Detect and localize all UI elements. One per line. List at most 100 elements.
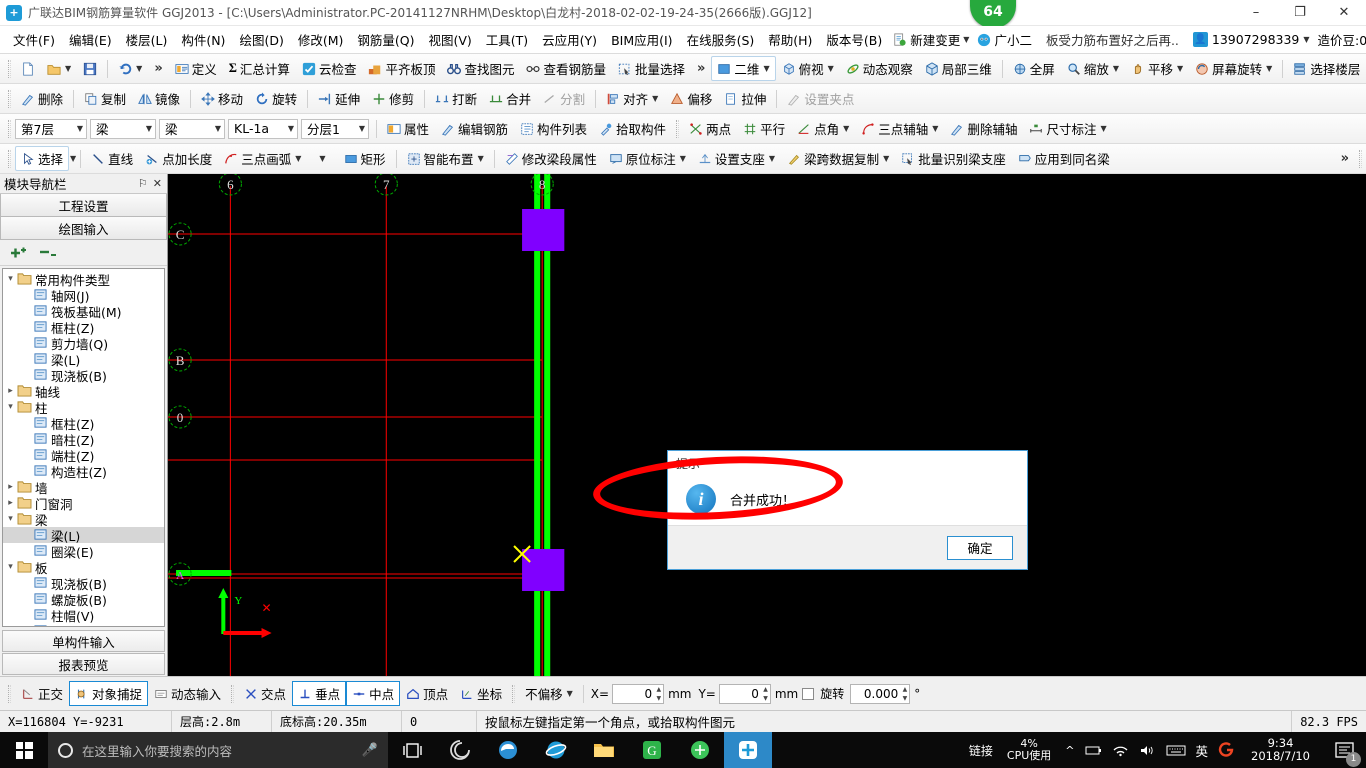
chevron-down-icon[interactable]: ▼: [135, 64, 142, 73]
chevron-down-icon[interactable]: ▼: [288, 124, 294, 133]
collapse-all-icon[interactable]: [38, 246, 58, 260]
taskbar-app-explorer[interactable]: [580, 732, 628, 768]
point-length-button[interactable]: 点加长度: [139, 146, 218, 171]
tree-folder[interactable]: ▾ 梁: [3, 511, 164, 528]
apply-same-name-beam-button[interactable]: 应用到同名梁: [1012, 146, 1116, 171]
chevron-down-icon[interactable]: ▾: [5, 562, 16, 572]
toolbar-grip[interactable]: [8, 149, 11, 168]
find-element-button[interactable]: 查找图元: [441, 56, 520, 81]
chevron-down-icon[interactable]: ▾: [5, 274, 16, 284]
tree-folder[interactable]: ▸ 门窗洞: [3, 495, 164, 512]
close-icon[interactable]: ✕: [153, 177, 162, 190]
restore-button[interactable]: ❐: [1278, 0, 1322, 26]
copy-button[interactable]: 复制: [78, 86, 132, 111]
toolbar-grip[interactable]: [8, 59, 11, 78]
toolbar-overflow-button-2[interactable]: »: [691, 61, 711, 76]
tree-item[interactable]: 构造柱(Z): [3, 463, 164, 480]
delete-button[interactable]: 删除: [15, 86, 69, 111]
pick-component-button[interactable]: 拾取构件: [593, 116, 672, 141]
chevron-down-icon[interactable]: ▼: [77, 124, 83, 133]
task-view-button[interactable]: [388, 732, 436, 768]
edit-beam-segment-button[interactable]: 修改梁段属性: [499, 146, 603, 171]
menu-modify[interactable]: 修改(M): [291, 27, 351, 52]
cloud-check-button[interactable]: 云检查: [296, 56, 363, 81]
toolbar-grip[interactable]: [1359, 149, 1362, 168]
toolbar-grip[interactable]: [8, 119, 11, 138]
offset-y-input[interactable]: 0: [718, 683, 771, 704]
smart-layout-button[interactable]: 智能布置 ▼: [401, 146, 490, 171]
copy-beam-span-data-button[interactable]: 梁跨数据复制 ▼: [781, 146, 895, 171]
chevron-right-icon[interactable]: ▸: [5, 498, 16, 508]
split-button[interactable]: 分割: [537, 86, 591, 111]
chevron-down-icon[interactable]: ▼: [1303, 35, 1309, 44]
chevron-down-icon[interactable]: ▾: [5, 514, 16, 524]
chevron-down-icon[interactable]: ▼: [215, 124, 221, 133]
tree-item[interactable]: 现浇板(B): [3, 367, 164, 384]
chevron-right-icon[interactable]: ▸: [5, 386, 16, 396]
taskbar-app-ie[interactable]: [532, 732, 580, 768]
pan-button[interactable]: 平移 ▼: [1125, 56, 1189, 81]
single-component-input-button[interactable]: 单构件输入: [2, 630, 165, 652]
toolbar-grip[interactable]: [676, 119, 680, 138]
define-button[interactable]: 定义: [169, 56, 223, 81]
chevron-down-icon[interactable]: ▼: [1112, 64, 1119, 73]
menu-edit[interactable]: 编辑(E): [62, 27, 119, 52]
menu-rebar[interactable]: 钢筋量(Q): [350, 27, 421, 52]
point-angle-button[interactable]: 点角 ▼: [791, 116, 855, 141]
snap-ortho[interactable]: 正交: [15, 681, 69, 706]
batch-select-button[interactable]: 批量选择: [612, 56, 691, 81]
volume-icon[interactable]: [1139, 744, 1156, 757]
component-combo[interactable]: KL-1a ▼: [228, 118, 298, 139]
taskbar-app-ggj[interactable]: [724, 732, 772, 768]
menu-view[interactable]: 视图(V): [421, 27, 478, 52]
sogou-ime-icon[interactable]: [1218, 741, 1235, 759]
snap-vertex[interactable]: 顶点: [400, 681, 454, 706]
rotate-button[interactable]: 旋转: [249, 86, 303, 111]
rotate-checkbox[interactable]: [802, 687, 815, 700]
expand-all-icon[interactable]: [8, 246, 28, 260]
action-center-button[interactable]: 1: [1326, 732, 1362, 768]
chevron-down-icon[interactable]: ▼: [827, 64, 834, 73]
move-button[interactable]: 移动: [195, 86, 249, 111]
batch-identify-support-button[interactable]: 批量识别梁支座: [895, 146, 1012, 171]
notice-ticker[interactable]: 板受力筋布置好之后再..: [1036, 30, 1189, 49]
snap-object-snap[interactable]: 对象捕捉: [69, 681, 149, 706]
summary-calc-button[interactable]: Σ 汇总计算: [223, 56, 296, 81]
layer-combo[interactable]: 分层1 ▼: [301, 118, 369, 139]
category-combo[interactable]: 梁 ▼: [90, 118, 156, 139]
coins-widget[interactable]: 造价豆:0: [1314, 28, 1366, 51]
tab-project-settings[interactable]: 工程设置: [0, 194, 167, 217]
toolbar-grip[interactable]: [8, 89, 11, 108]
component-list-button[interactable]: 构件列表: [514, 116, 593, 141]
toolbar-overflow-button[interactable]: »: [148, 61, 168, 76]
menu-tools[interactable]: 工具(T): [479, 27, 535, 52]
chevron-down-icon[interactable]: ▼: [64, 64, 71, 73]
menu-component[interactable]: 构件(N): [174, 27, 232, 52]
trim-button[interactable]: 修剪: [366, 86, 420, 111]
offset-mode-combo[interactable]: 不偏移 ▼: [519, 681, 579, 706]
pin-icon[interactable]: ⚐: [138, 177, 148, 190]
wifi-icon[interactable]: [1112, 744, 1129, 757]
chevron-down-icon[interactable]: ▼: [882, 154, 889, 163]
offset-x-input[interactable]: 0: [612, 683, 665, 704]
menu-help[interactable]: 帮助(H): [761, 27, 819, 52]
break-button[interactable]: 打断: [429, 86, 483, 111]
properties-button[interactable]: 属性: [381, 116, 435, 141]
chevron-right-icon[interactable]: ▸: [5, 482, 16, 492]
microphone-icon[interactable]: 🎤: [362, 743, 378, 758]
snap-perpendicular[interactable]: 垂点: [292, 681, 347, 706]
dynamic-observe-button[interactable]: 动态观察: [840, 56, 919, 81]
new-change-button[interactable]: 新建变更 ▼: [889, 28, 973, 51]
taskbar-search[interactable]: 在这里输入你要搜索的内容 🎤: [48, 732, 388, 768]
account-widget[interactable]: 👤 13907298339 ▼: [1192, 32, 1310, 47]
stretch-button[interactable]: 拉伸: [718, 86, 772, 111]
chevron-down-icon[interactable]: ▼: [146, 124, 152, 133]
screen-rotate-button[interactable]: 屏幕旋转 ▼: [1189, 56, 1278, 81]
edit-rebar-button[interactable]: 编辑钢筋: [435, 116, 514, 141]
battery-icon[interactable]: [1085, 744, 1102, 757]
chevron-down-icon[interactable]: ▼: [931, 124, 938, 133]
chevron-down-icon[interactable]: ▼: [679, 154, 686, 163]
tree-folder[interactable]: ▸ 轴线: [3, 383, 164, 400]
taskbar-app-spiral[interactable]: [436, 732, 484, 768]
start-button[interactable]: [0, 732, 48, 768]
